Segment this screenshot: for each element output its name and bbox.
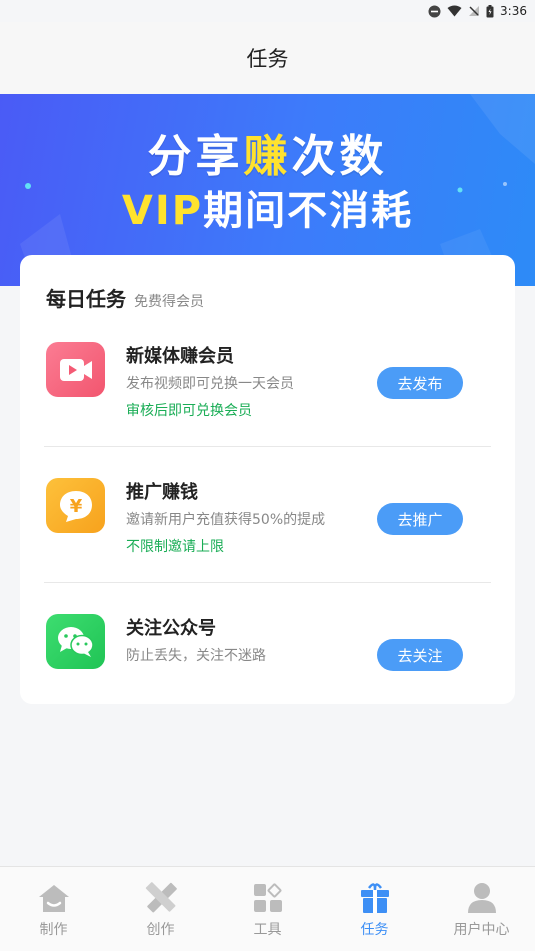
no-signal-icon <box>468 5 480 17</box>
video-icon <box>46 342 105 397</box>
task-name: 推广赚钱 <box>126 482 198 503</box>
wechat-icon <box>46 614 105 669</box>
tab-label: 任务 <box>360 922 389 938</box>
tab-create[interactable]: 创作 <box>107 867 214 951</box>
page-header: 任务 <box>0 22 535 94</box>
publish-button[interactable]: 去发布 <box>377 367 463 399</box>
task-desc: 发布视频即可兑换一天会员 <box>126 376 294 392</box>
grid-icon <box>251 881 285 915</box>
tab-label: 用户中心 <box>453 922 510 938</box>
task-item-promote: ¥ 推广赚钱 邀请新用户充值获得50%的提成 不限制邀请上限 去推广 <box>46 478 489 590</box>
bottom-tab-bar: 制作 创作 工具 任务 用户中心 <box>0 866 535 951</box>
task-item-follow: 关注公众号 防止丢失，关注不迷路 去关注 <box>46 614 489 726</box>
task-note: 审核后即可兑换会员 <box>126 403 252 419</box>
promote-button[interactable]: 去推广 <box>377 503 463 535</box>
task-item-media: 新媒体赚会员 发布视频即可兑换一天会员 审核后即可兑换会员 去发布 <box>46 342 489 454</box>
dnd-icon <box>428 5 441 18</box>
task-desc: 防止丢失，关注不迷路 <box>126 648 266 664</box>
card-header: 每日任务 免费得会员 <box>46 283 204 312</box>
yen-chat-icon: ¥ <box>46 478 105 533</box>
task-name: 关注公众号 <box>126 618 216 639</box>
task-desc: 邀请新用户充值获得50%的提成 <box>126 512 326 528</box>
tab-label: 创作 <box>146 922 175 938</box>
daily-task-card: 每日任务 免费得会员 新媒体赚会员 发布视频即可兑换一天会员 审核后即可兑换会员… <box>20 255 515 704</box>
tab-tasks[interactable]: 任务 <box>321 867 428 951</box>
divider <box>44 582 491 583</box>
wifi-icon <box>447 5 462 17</box>
tab-label: 制作 <box>39 922 68 938</box>
card-title: 每日任务 <box>46 287 126 311</box>
status-time: 3:36 <box>500 4 527 18</box>
tab-tools[interactable]: 工具 <box>214 867 321 951</box>
user-icon <box>465 881 499 915</box>
tab-make[interactable]: 制作 <box>0 867 107 951</box>
divider <box>44 446 491 447</box>
pencil-ruler-icon <box>144 881 178 915</box>
tab-user-center[interactable]: 用户中心 <box>428 867 535 951</box>
status-bar: 3:36 <box>0 0 535 22</box>
banner-subheadline: VIP期间不消耗 <box>121 188 414 234</box>
svg-text:¥: ¥ <box>69 496 82 517</box>
task-note: 不限制邀请上限 <box>126 539 224 555</box>
battery-icon <box>486 4 494 18</box>
page-title: 任务 <box>246 47 289 71</box>
follow-button[interactable]: 去关注 <box>377 639 463 671</box>
banner-headline: 分享赚次数 <box>147 131 388 182</box>
tab-label: 工具 <box>253 922 282 938</box>
card-subtitle: 免费得会员 <box>134 294 204 310</box>
task-name: 新媒体赚会员 <box>126 346 234 367</box>
home-icon <box>37 881 71 915</box>
gift-icon <box>358 881 392 915</box>
